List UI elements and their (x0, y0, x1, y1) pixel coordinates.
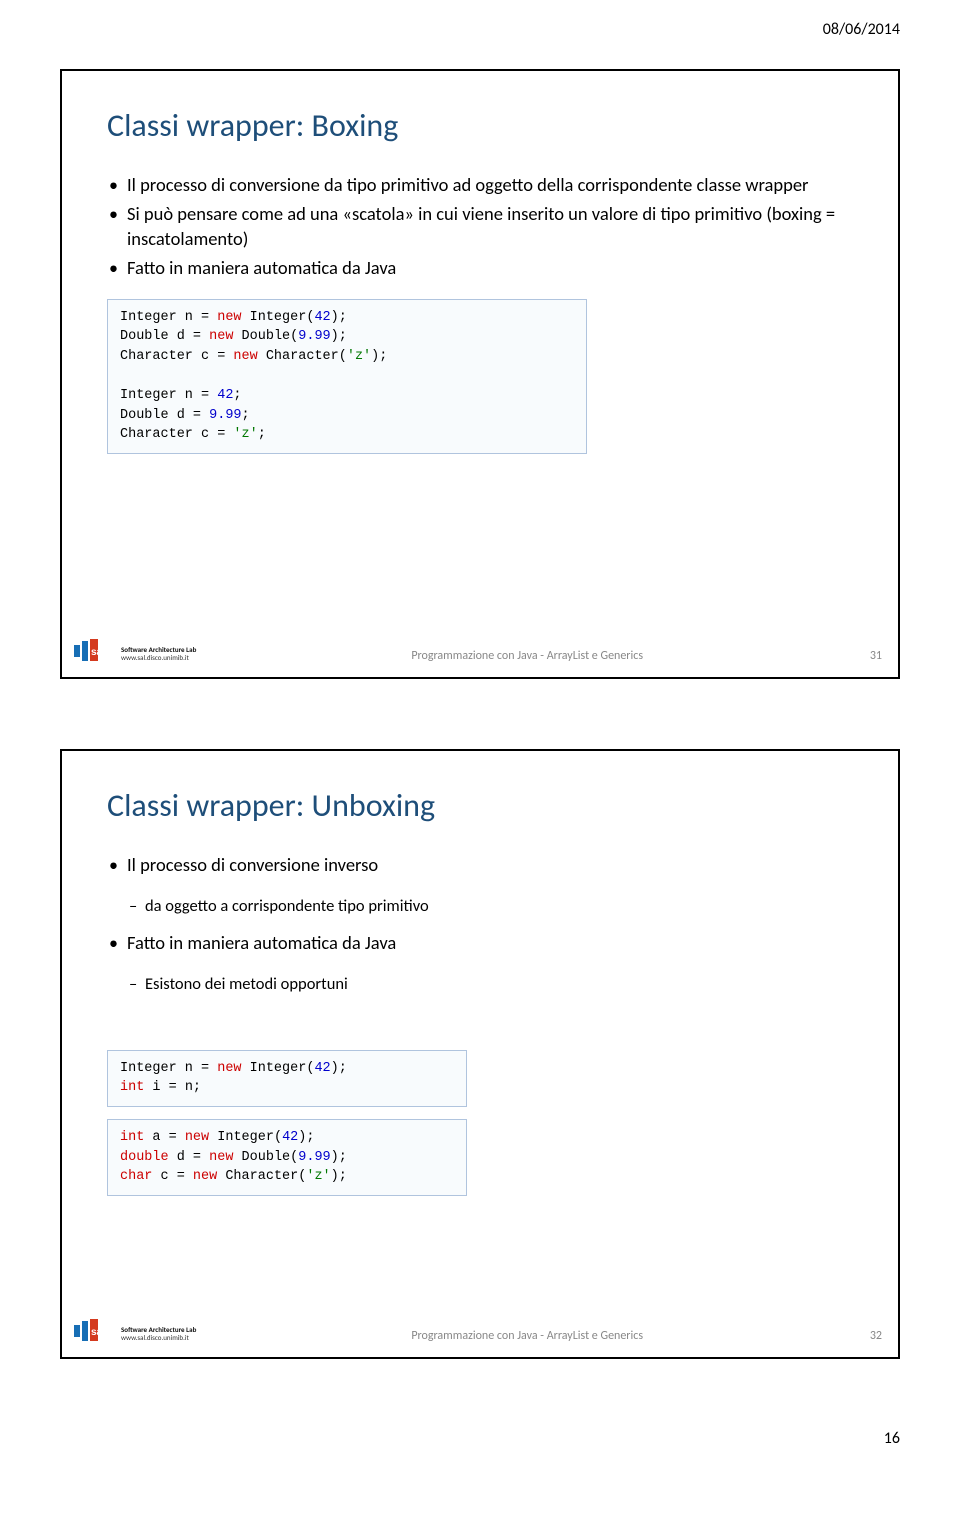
footer-page: 32 (858, 1329, 882, 1343)
sub-bullet-item: Esistono dei metodi opportuni (107, 974, 853, 995)
sal-logo-icon: sal (74, 1319, 118, 1343)
footer-center: Programmazione con Java - ArrayList e Ge… (196, 1329, 858, 1343)
sub-bullet-list: Esistono dei metodi opportuni (107, 974, 853, 995)
logo: sal Software Architecture Lab www.sal.di… (74, 1319, 196, 1343)
slide-title: Classi wrapper: Unboxing (107, 786, 853, 825)
footer-center: Programmazione con Java - ArrayList e Ge… (196, 649, 858, 663)
slide-footer: sal Software Architecture Lab www.sal.di… (62, 1319, 898, 1347)
bullet-list: Il processo di conversione inverso (107, 853, 853, 878)
slide-title: Classi wrapper: Boxing (107, 106, 853, 145)
logo-text-line2: www.sal.disco.unimib.it (121, 1334, 196, 1342)
bullet-item: Il processo di conversione da tipo primi… (107, 173, 853, 198)
svg-text:sal: sal (91, 647, 105, 658)
bullet-list: Il processo di conversione da tipo primi… (107, 173, 853, 281)
svg-text:sal: sal (91, 1327, 105, 1338)
bullet-item: Si può pensare come ad una «scatola» in … (107, 202, 853, 252)
page-date: 08/06/2014 (60, 20, 900, 39)
logo: sal Software Architecture Lab www.sal.di… (74, 639, 196, 663)
bullet-item: Il processo di conversione inverso (107, 853, 853, 878)
slide-unboxing: Classi wrapper: Unboxing Il processo di … (60, 749, 900, 1359)
footer-page: 31 (858, 649, 882, 663)
sal-logo-icon: sal (74, 639, 118, 663)
bullet-list: Fatto in maniera automatica da Java (107, 931, 853, 956)
sub-bullet-list: da oggetto a corrispondente tipo primiti… (107, 896, 853, 917)
sub-bullet-item: da oggetto a corrispondente tipo primiti… (107, 896, 853, 917)
page-number: 16 (60, 1429, 900, 1448)
code-box: Integer n = new Integer(42); int i = n; (107, 1050, 467, 1107)
bullet-item: Fatto in maniera automatica da Java (107, 931, 853, 956)
code-box: int a = new Integer(42); double d = new … (107, 1119, 467, 1196)
bullet-item: Fatto in maniera automatica da Java (107, 256, 853, 281)
slide-footer: sal Software Architecture Lab www.sal.di… (62, 639, 898, 667)
logo-text-line2: www.sal.disco.unimib.it (121, 654, 196, 662)
slide-boxing: Classi wrapper: Boxing Il processo di co… (60, 69, 900, 679)
code-box: Integer n = new Integer(42); Double d = … (107, 299, 587, 454)
